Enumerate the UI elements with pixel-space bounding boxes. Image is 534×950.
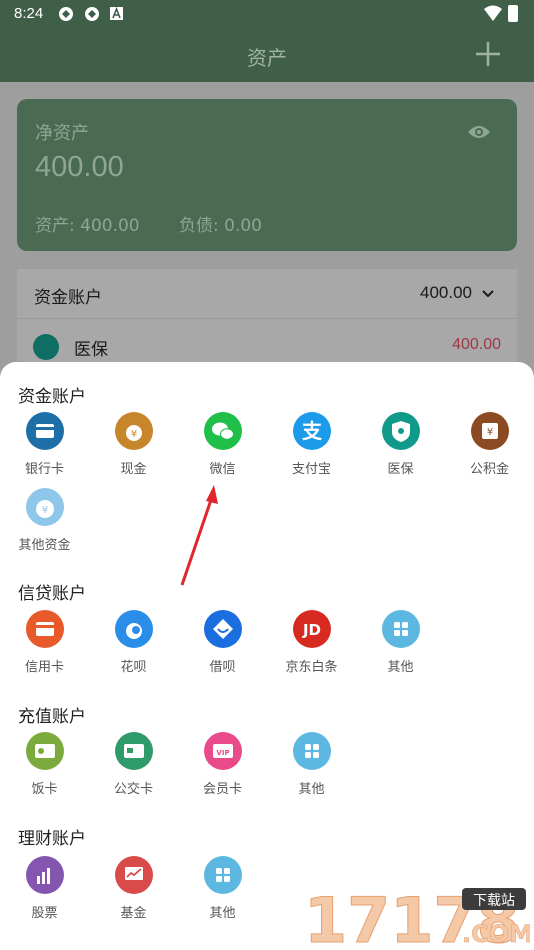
notification-icon [85, 7, 99, 21]
svg-text:¥: ¥ [130, 429, 136, 440]
annotation-arrow [180, 485, 218, 586]
account-type-other-grid[interactable]: 其他 [178, 856, 267, 921]
svg-text:下载站: 下载站 [473, 893, 515, 909]
credit-card-icon [25, 610, 64, 648]
account-type-label: 医保 [387, 462, 414, 477]
net-assets-label: 净资产 [35, 123, 89, 144]
account-group-total: 400.00 [420, 283, 472, 302]
section-title: 信贷账户 [18, 584, 86, 604]
account-type-label: 饭卡 [31, 782, 58, 797]
account-row-value: 400.00 [452, 336, 501, 353]
other-grid-icon [292, 732, 331, 770]
account-type-medical-insurance[interactable]: 医保 [356, 412, 445, 477]
account-type-sheet: 资金账户 银行卡 ¥ 现金 微信支支付宝 医保 ¥ 公积金 ¥ 其他资金 信贷账户 信用卡 花呗借… [0, 362, 534, 950]
other-grid-icon [381, 610, 420, 648]
account-type-bus-card[interactable]: 公交卡 [89, 732, 178, 797]
account-type-vip-card[interactable]: VIP 会员卡 [178, 732, 267, 797]
notification-icon [59, 7, 73, 21]
account-type-label: 信用卡 [24, 660, 64, 675]
account-type-other-fund[interactable]: ¥ 其他资金 [0, 488, 89, 553]
bus-card-icon [114, 732, 153, 770]
account-type-credit-card[interactable]: 信用卡 [0, 610, 89, 675]
svg-text:JD: JD [301, 621, 320, 639]
bank-card-icon [25, 412, 64, 450]
account-type-label: 银行卡 [24, 462, 64, 477]
alipay-icon: 支 [292, 412, 331, 450]
account-type-fund[interactable]: 基金 [89, 856, 178, 921]
section-title: 资金账户 [18, 387, 86, 407]
svg-text:.COM: .COM [462, 920, 530, 948]
account-type-cash[interactable]: ¥ 现金 [89, 412, 178, 477]
account-type-label: 借呗 [209, 660, 236, 675]
jiebei-icon [203, 610, 242, 648]
account-type-jd[interactable]: JD 京东白条 [267, 610, 356, 675]
account-group-title: 资金账户 [34, 288, 102, 308]
account-type-stock[interactable]: 股票 [0, 856, 89, 921]
watermark-logo: 17178 下载站 .COM [304, 886, 531, 948]
account-row-name[interactable]: 医保 [74, 335, 108, 360]
status-bar: 8:24 [0, 0, 534, 28]
divider [17, 318, 517, 319]
section-title: 理财账户 [18, 829, 86, 849]
account-type-label: 公交卡 [113, 782, 153, 797]
account-type-housing-fund[interactable]: ¥ 公积金 [445, 412, 534, 477]
account-type-bank-card[interactable]: 银行卡 [0, 412, 89, 477]
account-type-label: 股票 [31, 906, 58, 921]
account-type-wechat[interactable]: 微信 [178, 412, 267, 477]
status-time: 8:24 [14, 5, 44, 22]
account-type-label: 京东白条 [285, 660, 338, 675]
medical-insurance-icon [33, 334, 59, 360]
vip-card-icon: VIP [203, 732, 242, 770]
svg-text:VIP: VIP [216, 749, 229, 757]
add-icon[interactable] [470, 36, 506, 72]
account-type-label: 现金 [120, 462, 147, 477]
total-liabilities: 负债: 0.00 [179, 216, 262, 236]
account-type-other-grid[interactable]: 其他 [356, 610, 445, 675]
eye-icon[interactable] [467, 123, 491, 141]
account-type-other-grid[interactable]: 其他 [267, 732, 356, 797]
net-assets-card[interactable]: 净资产 400.00 资产: 400.00 负债: 0.00 [17, 99, 517, 251]
stock-icon [25, 856, 64, 894]
account-type-label: 花呗 [120, 660, 147, 675]
app-notification-icon [110, 7, 123, 20]
wifi-icon [484, 5, 502, 21]
account-type-label: 支付宝 [291, 462, 331, 477]
account-type-label: 其他 [209, 906, 236, 921]
page-title: 资产 [247, 46, 287, 70]
app-bar: 资产 [0, 28, 534, 82]
svg-text:¥: ¥ [41, 505, 47, 516]
account-type-label: 公积金 [469, 462, 509, 477]
account-type-jiebei[interactable]: 借呗 [178, 610, 267, 675]
account-type-label: 基金 [120, 906, 147, 921]
account-type-label: 其他资金 [18, 538, 71, 553]
battery-icon [508, 5, 518, 22]
meal-card-icon [25, 732, 64, 770]
account-type-label: 会员卡 [202, 782, 242, 797]
account-type-label: 其他 [298, 782, 325, 797]
jd-icon: JD [292, 610, 331, 648]
account-type-alipay[interactable]: 支支付宝 [267, 412, 356, 477]
section-title: 充值账户 [18, 707, 86, 727]
chevron-down-icon[interactable] [481, 287, 495, 301]
wechat-icon [203, 412, 242, 450]
fund-icon [114, 856, 153, 894]
account-type-meal-card[interactable]: 饭卡 [0, 732, 89, 797]
huabei-icon [114, 610, 153, 648]
svg-text:¥: ¥ [486, 427, 492, 438]
account-type-label: 其他 [387, 660, 414, 675]
cash-icon: ¥ [114, 412, 153, 450]
total-assets: 资产: 400.00 [35, 216, 140, 236]
net-assets-amount: 400.00 [35, 151, 124, 183]
medical-insurance-icon [381, 412, 420, 450]
account-type-huabei[interactable]: 花呗 [89, 610, 178, 675]
other-fund-icon: ¥ [25, 488, 64, 526]
housing-fund-icon: ¥ [470, 412, 509, 450]
account-type-label: 微信 [209, 462, 236, 477]
other-grid-icon [203, 856, 242, 894]
svg-text:支: 支 [302, 419, 323, 443]
